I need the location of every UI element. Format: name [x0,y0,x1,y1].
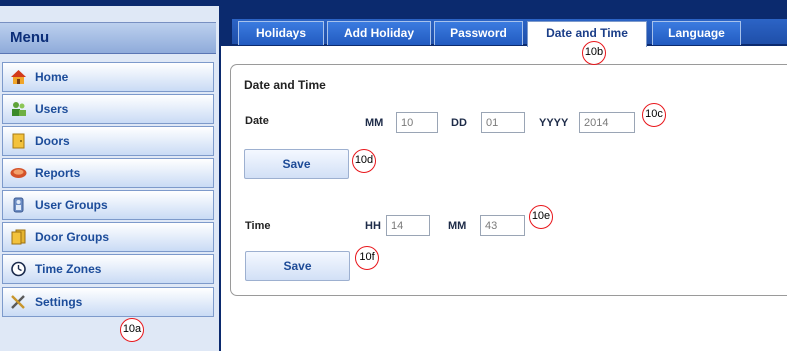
user-groups-icon [13,197,24,213]
month-label: MM [365,117,384,129]
sidebar-item-door-groups[interactable]: Door Groups [2,222,214,252]
callout-10d: 10d [352,149,376,173]
sidebar-item-settings[interactable]: Settings [2,287,214,317]
callout-10e: 10e [529,205,553,229]
year-label: YYYY [539,117,569,129]
tab-language[interactable]: Language [652,21,741,45]
sidebar-item-home[interactable]: Home [2,62,214,92]
year-input[interactable] [579,112,635,133]
day-input[interactable] [481,112,525,133]
clock-icon [11,261,26,277]
tab-holidays[interactable]: Holidays [238,21,324,45]
sidebar-item-users[interactable]: Users [2,94,214,124]
reports-icon [10,168,27,178]
tab-add-holiday[interactable]: Add Holiday [327,21,431,45]
panel-title: Date and Time [244,78,326,92]
date-label: Date [245,115,269,127]
menu-header: Menu [0,22,216,54]
sidebar-item-reports[interactable]: Reports [2,158,214,188]
tools-icon [11,295,25,309]
callout-10c: 10c [642,103,666,127]
sidebar-item-user-groups[interactable]: User Groups [2,190,214,220]
door-icon [12,133,25,149]
hour-input[interactable] [386,215,430,236]
callout-10b: 10b [582,41,606,65]
sidebar-item-label: User Groups [35,198,108,212]
tab-password[interactable]: Password [434,21,523,45]
save-time-button[interactable]: Save [245,251,350,281]
hour-label: HH [365,220,381,232]
sidebar-item-label: Users [35,102,69,116]
sidebar-item-label: Door Groups [35,230,109,244]
home-icon [11,70,26,84]
sidebar-item-label: Doors [35,134,70,148]
users-icon [12,102,26,116]
callout-10a: 10a [120,318,144,342]
minute-input[interactable] [480,215,525,236]
sidebar: Menu Home Users Doors Reports User Group… [0,6,221,351]
sidebar-item-label: Reports [35,166,81,180]
month-input[interactable] [396,112,438,133]
sidebar-item-doors[interactable]: Doors [2,126,214,156]
minute-label: MM [448,220,467,232]
door-groups-icon [11,229,26,245]
time-label: Time [245,220,271,232]
sidebar-item-time-zones[interactable]: Time Zones [2,254,214,284]
sidebar-item-label: Settings [35,295,83,309]
callout-10f: 10f [355,246,379,270]
save-date-button[interactable]: Save [244,149,349,179]
sidebar-item-label: Home [35,70,69,84]
sidebar-item-label: Time Zones [35,262,102,276]
day-label: DD [451,117,467,129]
